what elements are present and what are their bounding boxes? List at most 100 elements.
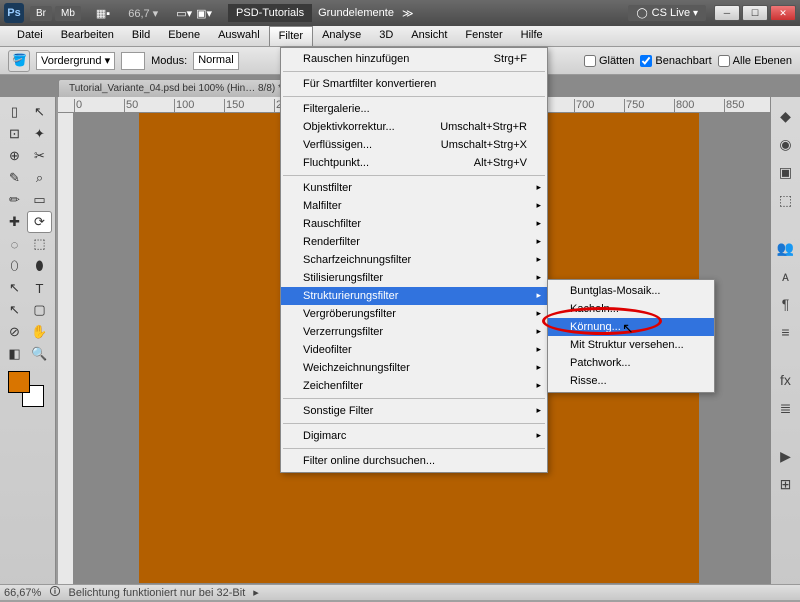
panel-icon-1[interactable]: ◉: [773, 131, 799, 157]
menu-item-objektivkorrektur-[interactable]: Objektivkorrektur...Umschalt+Strg+R: [281, 118, 547, 136]
menu-analyse[interactable]: Analyse: [313, 26, 370, 46]
document-tab[interactable]: Tutorial_Variante_04.psd bei 100% (Hin… …: [58, 79, 293, 97]
mode-dropdown[interactable]: Normal: [193, 52, 238, 70]
tool-3[interactable]: ✦: [27, 123, 52, 145]
bridge-button[interactable]: Br: [30, 6, 52, 21]
tool-20[interactable]: ⊘: [2, 321, 27, 343]
menu-item-renderfilter[interactable]: Renderfilter: [281, 233, 547, 251]
cs-live-button[interactable]: CS Live ▾: [628, 5, 706, 21]
menu-3d[interactable]: 3D: [370, 26, 402, 46]
panel-icon-2[interactable]: ▣: [773, 159, 799, 185]
menu-item-malfilter[interactable]: Malfilter: [281, 197, 547, 215]
tool-19[interactable]: ▢: [27, 299, 52, 321]
more-icon[interactable]: ≫: [402, 7, 414, 20]
tool-12[interactable]: ◌: [2, 233, 27, 255]
view-arrange-icon[interactable]: ▦▪: [96, 7, 110, 20]
menu-item-strukturierungsfilter[interactable]: Strukturierungsfilter: [281, 287, 547, 305]
pattern-swatch[interactable]: [121, 52, 145, 70]
tool-15[interactable]: ⬮: [27, 255, 52, 277]
menu-item-weichzeichnungsfilter[interactable]: Weichzeichnungsfilter: [281, 359, 547, 377]
panel-icon-5[interactable]: ᴀ: [773, 263, 799, 289]
panel-icon-4[interactable]: 👥: [773, 235, 799, 261]
menu-ansicht[interactable]: Ansicht: [402, 26, 456, 46]
panel-icon-10[interactable]: ▶: [773, 443, 799, 469]
texture-submenu: Buntglas-Mosaik...Kacheln...Körnung...Mi…: [547, 279, 715, 393]
workspace-button[interactable]: PSD-Tutorials: [228, 4, 312, 22]
tool-22[interactable]: ◧: [2, 343, 27, 365]
minimize-button[interactable]: ─: [714, 5, 740, 21]
fg-color-swatch[interactable]: [8, 371, 30, 393]
close-button[interactable]: ✕: [770, 5, 796, 21]
tool-21[interactable]: ✋: [27, 321, 52, 343]
toolbox: ▯↖⊡✦⊕✂✎⌕✏▭✚⟳◌⬚⬯⬮↖T↖▢⊘✋◧🔍: [0, 97, 56, 600]
tool-18[interactable]: ↖: [2, 299, 27, 321]
workspace-label[interactable]: Grundelemente: [318, 7, 394, 19]
tool-2[interactable]: ⊡: [2, 123, 27, 145]
menu-item-rauschen-hinzuf-gen[interactable]: Rauschen hinzufügenStrg+F: [281, 50, 547, 68]
menu-item-vergr-berungsfilter[interactable]: Vergröberungsfilter: [281, 305, 547, 323]
view-extras-icon[interactable]: ▭▾: [176, 7, 192, 20]
tool-13[interactable]: ⬚: [27, 233, 52, 255]
panel-icon-8[interactable]: fx: [773, 367, 799, 393]
tool-11[interactable]: ⟳: [27, 211, 52, 233]
panel-icon-7[interactable]: ≡: [773, 319, 799, 345]
tool-4[interactable]: ⊕: [2, 145, 27, 167]
status-arrow-icon[interactable]: ▸: [253, 586, 259, 599]
menu-item-verfl-ssigen-[interactable]: Verflüssigen...Umschalt+Strg+X: [281, 136, 547, 154]
panel-icon-11[interactable]: ⊞: [773, 471, 799, 497]
tool-14[interactable]: ⬯: [2, 255, 27, 277]
menu-item-sonstige-filter[interactable]: Sonstige Filter: [281, 402, 547, 420]
tool-preset-icon[interactable]: [8, 50, 30, 72]
menu-item-videofilter[interactable]: Videofilter: [281, 341, 547, 359]
menu-item-f-r-smartfilter-konvertieren[interactable]: Für Smartfilter konvertieren: [281, 75, 547, 93]
menu-filter[interactable]: Filter: [269, 26, 313, 46]
menu-item-rauschfilter[interactable]: Rauschfilter: [281, 215, 547, 233]
menu-ebene[interactable]: Ebene: [159, 26, 209, 46]
menu-item-scharfzeichnungsfilter[interactable]: Scharfzeichnungsfilter: [281, 251, 547, 269]
submenu-item-mit-struktur-versehen-[interactable]: Mit Struktur versehen...: [548, 336, 714, 354]
panel-icon-0[interactable]: ◆: [773, 103, 799, 129]
submenu-item-risse-[interactable]: Risse...: [548, 372, 714, 390]
menu-item-filtergalerie-[interactable]: Filtergalerie...: [281, 100, 547, 118]
panel-icon-9[interactable]: ≣: [773, 395, 799, 421]
zoom-level[interactable]: 66,7 ▾: [128, 7, 158, 20]
submenu-item-k-rnung-[interactable]: Körnung...: [548, 318, 714, 336]
submenu-item-buntglas-mosaik-[interactable]: Buntglas-Mosaik...: [548, 282, 714, 300]
menu-item-kunstfilter[interactable]: Kunstfilter: [281, 179, 547, 197]
menu-bearbeiten[interactable]: Bearbeiten: [52, 26, 123, 46]
panel-icon-3[interactable]: ⬚: [773, 187, 799, 213]
fill-source-dropdown[interactable]: Vordergrund ▾: [36, 52, 115, 70]
panel-icon-6[interactable]: ¶: [773, 291, 799, 317]
menu-item-fluchtpunkt-[interactable]: Fluchtpunkt...Alt+Strg+V: [281, 154, 547, 172]
submenu-item-patchwork-[interactable]: Patchwork...: [548, 354, 714, 372]
menu-item-digimarc[interactable]: Digimarc: [281, 427, 547, 445]
menu-item-filter-online-durchsuchen-[interactable]: Filter online durchsuchen...: [281, 452, 547, 470]
tool-5[interactable]: ✂: [27, 145, 52, 167]
tool-9[interactable]: ▭: [27, 189, 52, 211]
contiguous-checkbox[interactable]: Benachbart: [640, 55, 711, 67]
all-layers-checkbox[interactable]: Alle Ebenen: [718, 55, 792, 67]
menu-bild[interactable]: Bild: [123, 26, 159, 46]
menu-hilfe[interactable]: Hilfe: [512, 26, 552, 46]
tool-10[interactable]: ✚: [2, 211, 27, 233]
tool-17[interactable]: T: [27, 277, 52, 299]
tool-6[interactable]: ✎: [2, 167, 27, 189]
tool-8[interactable]: ✏: [2, 189, 27, 211]
minibridge-button[interactable]: Mb: [55, 6, 81, 21]
menu-datei[interactable]: Datei: [8, 26, 52, 46]
tool-0[interactable]: ▯: [2, 101, 27, 123]
menu-item-verzerrungsfilter[interactable]: Verzerrungsfilter: [281, 323, 547, 341]
menu-item-zeichenfilter[interactable]: Zeichenfilter: [281, 377, 547, 395]
tool-7[interactable]: ⌕: [27, 167, 52, 189]
tool-16[interactable]: ↖: [2, 277, 27, 299]
maximize-button[interactable]: ☐: [742, 5, 768, 21]
tool-23[interactable]: 🔍: [27, 343, 52, 365]
antialias-checkbox[interactable]: Glätten: [584, 55, 634, 67]
menu-auswahl[interactable]: Auswahl: [209, 26, 269, 46]
tool-1[interactable]: ↖: [27, 101, 52, 123]
menu-item-stilisierungsfilter[interactable]: Stilisierungsfilter: [281, 269, 547, 287]
screen-mode-icon[interactable]: ▣▾: [196, 7, 212, 20]
menu-fenster[interactable]: Fenster: [456, 26, 511, 46]
status-zoom[interactable]: 66,67%: [4, 587, 41, 599]
submenu-item-kacheln-[interactable]: Kacheln...: [548, 300, 714, 318]
